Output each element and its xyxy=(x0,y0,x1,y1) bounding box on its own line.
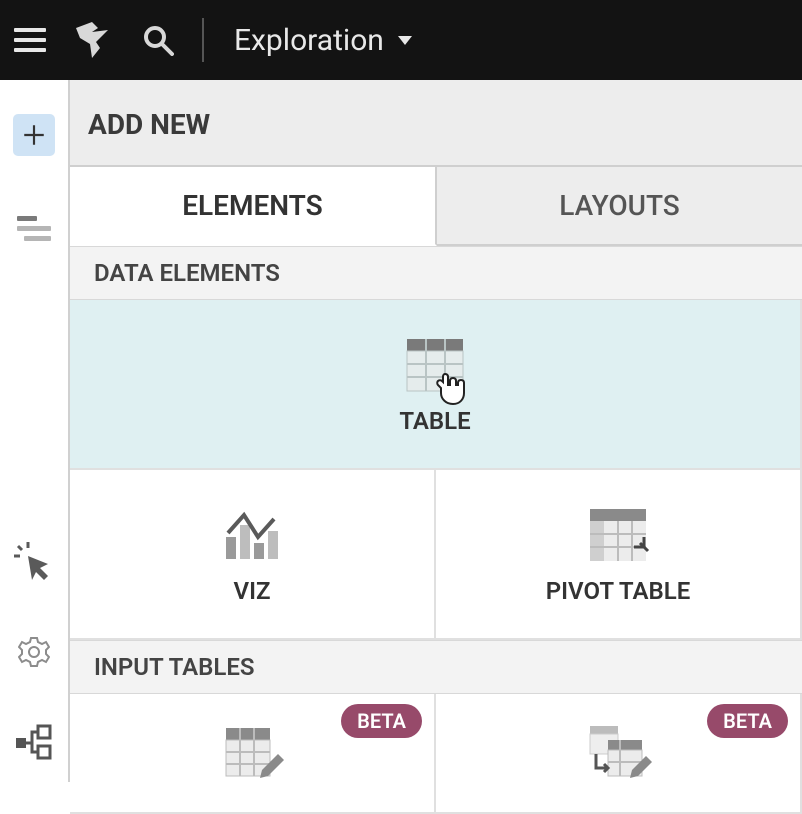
app-logo-icon[interactable] xyxy=(70,18,114,62)
align-lines-icon[interactable] xyxy=(17,216,51,241)
element-label: PIVOT TABLE xyxy=(546,577,691,605)
tab-layouts[interactable]: LAYOUTS xyxy=(437,165,802,244)
hierarchy-icon[interactable] xyxy=(14,722,54,762)
edit-table-icon xyxy=(222,724,282,780)
beta-badge: BETA xyxy=(341,704,422,738)
element-input-table-2[interactable]: BETA xyxy=(436,694,802,814)
pivot-table-icon xyxy=(588,507,648,563)
input-tables-grid: BETA BETA xyxy=(70,694,802,814)
data-elements-grid: TABLE VIZ xyxy=(70,300,802,640)
add-new-panel: ADD NEW ELEMENTS LAYOUTS DATA ELEMENTS xyxy=(70,80,802,782)
table-icon xyxy=(405,337,465,393)
element-table[interactable]: TABLE xyxy=(70,300,802,470)
linked-edit-table-icon xyxy=(588,724,648,780)
left-rail xyxy=(0,80,70,782)
search-icon[interactable] xyxy=(138,20,178,60)
top-header: Exploration xyxy=(0,0,802,80)
section-input-tables: INPUT TABLES xyxy=(70,640,802,694)
viz-chart-icon xyxy=(222,507,282,563)
mode-label: Exploration xyxy=(234,23,384,58)
panel-title: ADD NEW xyxy=(70,80,802,165)
gear-icon[interactable] xyxy=(14,632,54,672)
beta-badge: BETA xyxy=(707,704,788,738)
element-label: TABLE xyxy=(399,407,470,435)
menu-hamburger-icon[interactable] xyxy=(10,20,50,60)
tab-elements[interactable]: ELEMENTS xyxy=(70,165,437,246)
header-divider xyxy=(202,18,204,62)
panel-tabs: ELEMENTS LAYOUTS xyxy=(70,165,802,246)
element-label: VIZ xyxy=(233,577,270,605)
mode-selector[interactable]: Exploration xyxy=(234,23,412,58)
section-data-elements: DATA ELEMENTS xyxy=(70,246,802,300)
chevron-down-icon xyxy=(398,36,412,45)
element-viz[interactable]: VIZ xyxy=(70,470,436,640)
element-input-table-1[interactable]: BETA xyxy=(70,694,436,814)
add-button[interactable] xyxy=(13,114,55,156)
cursor-click-icon[interactable] xyxy=(14,542,54,582)
element-pivot-table[interactable]: PIVOT TABLE xyxy=(436,470,802,640)
